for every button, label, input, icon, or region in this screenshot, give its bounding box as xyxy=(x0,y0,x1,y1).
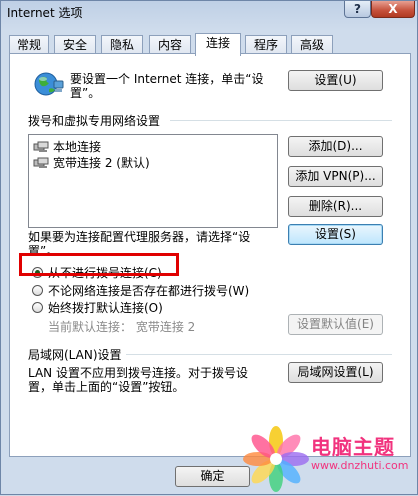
tab-strip: 常规 安全 隐私 内容 连接 程序 高级 xyxy=(9,33,409,56)
lan-group-label: 局域网(LAN)设置 xyxy=(28,346,126,363)
radio-dial-whenever[interactable]: 不论网络连接是否存在都进行拨号(W) xyxy=(32,282,249,299)
add-vpn-button[interactable]: 添加 VPN(P)... xyxy=(288,166,383,187)
tab-security[interactable]: 安全 xyxy=(54,35,96,54)
network-connection-icon xyxy=(33,157,49,169)
watermark-url: www.dnzhuti.com xyxy=(311,459,409,472)
add-button[interactable]: 添加(D)... xyxy=(288,136,383,157)
remove-button[interactable]: 删除(R)... xyxy=(288,196,383,217)
tab-connections[interactable]: 连接 xyxy=(195,33,241,56)
window-title: Internet 选项 xyxy=(7,6,83,20)
tab-programs[interactable]: 程序 xyxy=(245,35,287,54)
close-button[interactable]: X xyxy=(371,1,415,18)
lan-text-line2: 置，单击上面的“设置”按钮。 xyxy=(28,380,185,394)
current-default-row: 当前默认连接： 宽带连接 2 xyxy=(48,320,195,334)
watermark-brand: 电脑主题 xyxy=(311,435,395,459)
tab-privacy[interactable]: 隐私 xyxy=(101,35,143,54)
title-bar: Internet 选项 ? X xyxy=(1,1,418,23)
lan-divider xyxy=(120,354,392,355)
dialup-divider xyxy=(170,120,392,121)
highlight-box xyxy=(19,253,179,276)
radio-label: 始终拨打默认连接(O) xyxy=(48,301,163,315)
help-button[interactable]: ? xyxy=(344,1,371,18)
radio-always-dial[interactable]: 始终拨打默认连接(O) xyxy=(32,299,163,316)
tab-general[interactable]: 常规 xyxy=(9,35,49,54)
current-default-label: 当前默认连接： xyxy=(48,320,133,334)
connection-name: 本地连接 xyxy=(53,140,102,154)
current-default-value: 宽带连接 2 xyxy=(135,320,196,334)
internet-options-window: Internet 选项 ? X 常规 安全 隐私 内容 连接 程序 高级 要设置… xyxy=(0,0,418,495)
list-item[interactable]: 宽带连接 2 (默认) xyxy=(33,155,150,171)
radio-circle[interactable] xyxy=(32,302,43,313)
radio-label: 不论网络连接是否存在都进行拨号(W) xyxy=(48,284,250,298)
ok-button[interactable]: 确定 xyxy=(175,466,250,487)
flower-logo-icon xyxy=(243,426,309,492)
set-default-button[interactable]: 设置默认值(E) xyxy=(288,314,383,335)
connection-list[interactable]: 本地连接 宽带连接 2 (默认) xyxy=(28,134,278,228)
network-connection-icon xyxy=(33,141,49,153)
dialup-settings-button[interactable]: 设置(S) xyxy=(288,224,383,245)
connection-name: 宽带连接 2 (默认) xyxy=(53,156,150,170)
setup-button[interactable]: 设置(U) xyxy=(288,70,383,91)
list-item[interactable]: 本地连接 xyxy=(33,139,101,155)
radio-circle[interactable] xyxy=(32,285,43,296)
globe-icon xyxy=(33,69,65,99)
lan-settings-button[interactable]: 局域网设置(L) xyxy=(288,362,383,383)
dialup-group-label: 拨号和虚拟专用网络设置 xyxy=(28,112,165,129)
lan-text-line1: LAN 设置不应用到拨号连接。对于拨号设 xyxy=(28,366,248,380)
watermark: 电脑主题 www.dnzhuti.com xyxy=(241,421,418,496)
tab-advanced[interactable]: 高级 xyxy=(291,35,333,54)
setup-text: 要设置一个 Internet 连接，单击“设置”。 xyxy=(70,72,264,100)
tab-content[interactable]: 内容 xyxy=(149,35,191,54)
